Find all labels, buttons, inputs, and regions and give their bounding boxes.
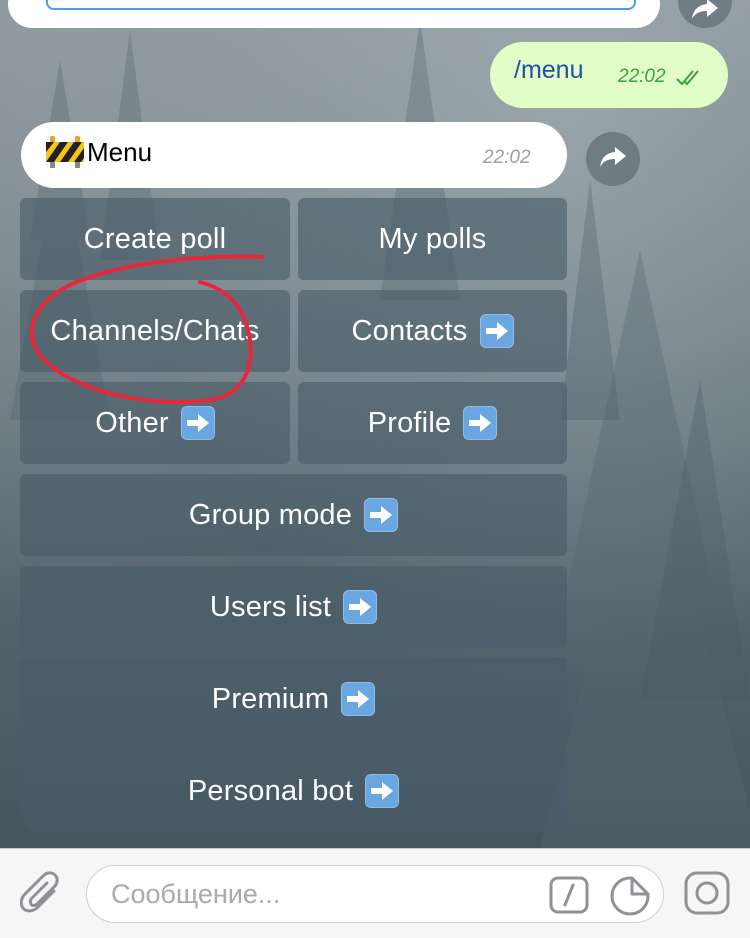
share-button[interactable] bbox=[586, 132, 640, 186]
contacts-button[interactable]: Contacts bbox=[298, 290, 567, 372]
outgoing-message-time: 22:02 bbox=[618, 66, 666, 87]
channels-chats-label: Channels/Chats bbox=[50, 314, 260, 347]
create-poll-label: Create poll bbox=[83, 222, 227, 255]
users-list-button[interactable]: Users list bbox=[20, 566, 567, 648]
right-arrow-icon bbox=[463, 406, 498, 440]
premium-button[interactable]: Premium bbox=[20, 658, 567, 740]
profile-button[interactable]: Profile bbox=[298, 382, 567, 464]
right-arrow-icon bbox=[479, 314, 514, 348]
group-mode-button[interactable]: Group mode bbox=[20, 474, 567, 556]
outgoing-message-bubble: /menu 22:02 bbox=[490, 42, 728, 108]
channels-chats-button[interactable]: Channels/Chats bbox=[20, 290, 290, 372]
right-arrow-icon bbox=[180, 406, 215, 440]
camera-icon[interactable] bbox=[684, 871, 730, 915]
incoming-message-time: 22:02 bbox=[483, 147, 531, 168]
outgoing-message-text: /menu bbox=[514, 56, 584, 84]
other-button[interactable]: Other bbox=[20, 382, 290, 464]
incoming-message-text: Menu bbox=[87, 137, 153, 167]
other-label: Other bbox=[95, 406, 169, 439]
share-arrow-icon bbox=[692, 0, 718, 19]
personal-bot-button[interactable]: Personal bot bbox=[20, 750, 567, 832]
right-arrow-icon bbox=[343, 590, 378, 624]
premium-label: Premium bbox=[211, 682, 330, 715]
personal-bot-label: Personal bot bbox=[187, 774, 354, 807]
right-arrow-icon bbox=[365, 774, 400, 808]
contacts-label: Contacts bbox=[351, 314, 468, 347]
construction-sign-icon bbox=[46, 136, 84, 168]
previous-message-field bbox=[46, 0, 636, 10]
share-arrow-icon bbox=[600, 147, 626, 167]
slash-command-icon[interactable] bbox=[549, 876, 589, 914]
users-list-label: Users list bbox=[209, 590, 332, 623]
double-check-icon bbox=[676, 70, 699, 86]
right-arrow-icon bbox=[341, 682, 376, 716]
my-polls-label: My polls bbox=[378, 222, 487, 255]
incoming-message-bubble: Menu 22:02 bbox=[21, 122, 567, 188]
message-input[interactable]: Сообщение... bbox=[86, 865, 664, 923]
right-arrow-icon bbox=[364, 498, 399, 532]
message-composer: Сообщение... bbox=[0, 848, 750, 938]
create-poll-button[interactable]: Create poll bbox=[20, 198, 290, 280]
profile-label: Profile bbox=[367, 406, 452, 439]
my-polls-button[interactable]: My polls bbox=[298, 198, 567, 280]
group-mode-label: Group mode bbox=[188, 498, 353, 531]
sticker-icon[interactable] bbox=[609, 875, 651, 917]
message-placeholder: Сообщение... bbox=[111, 879, 281, 909]
paperclip-icon[interactable] bbox=[20, 871, 64, 917]
